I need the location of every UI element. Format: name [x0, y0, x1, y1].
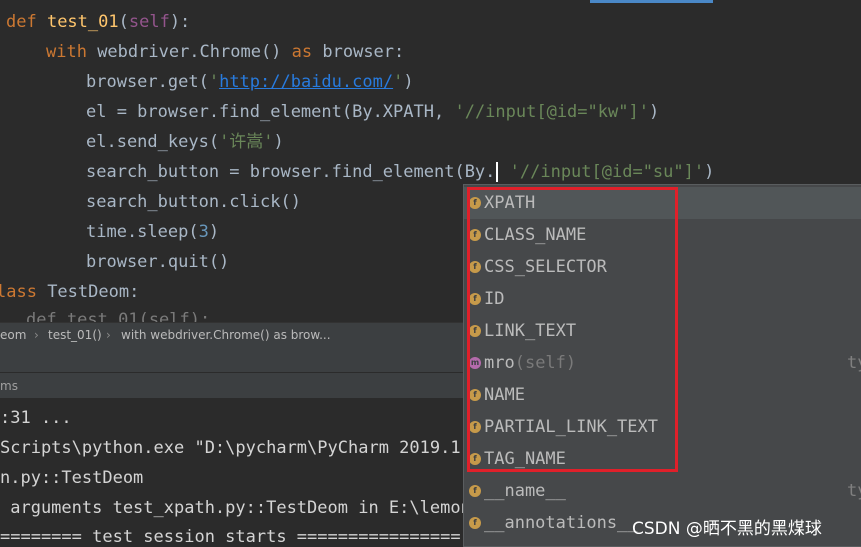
- code-line[interactable]: lass TestDeom:: [0, 277, 139, 307]
- code-text: ): [208, 222, 220, 242]
- code-line[interactable]: def test_01(self):: [26, 305, 210, 322]
- number-literal: 3: [198, 222, 209, 242]
- method-icon: m: [469, 357, 481, 369]
- console-line: :31 ...: [0, 408, 72, 428]
- code-line[interactable]: with webdriver.Chrome() as browser:: [46, 37, 404, 67]
- field-icon: f: [469, 229, 481, 241]
- keyword: with: [46, 42, 98, 62]
- code-text: search_button = browser.find_element(By.: [86, 162, 496, 182]
- completion-item[interactable]: m mro(self) ty: [464, 347, 861, 379]
- code-text: :: [129, 282, 140, 302]
- code-line[interactable]: time.sleep(3): [86, 217, 219, 247]
- code-completion-popup[interactable]: f XPATH f CLASS_NAME f CSS_SELECTOR f ID…: [463, 184, 861, 547]
- code-line[interactable]: el = browser.find_element(By.XPATH, '//i…: [86, 97, 659, 127]
- code-text: ): [273, 132, 284, 152]
- code-text: browser.get(: [86, 72, 209, 92]
- field-icon: f: [469, 421, 481, 433]
- console-line: n.py::TestDeom: [0, 468, 144, 488]
- completion-type: ty: [847, 481, 861, 501]
- completion-item[interactable]: f XPATH: [464, 187, 861, 219]
- completion-label-params: (self): [514, 353, 577, 373]
- completion-label: XPATH: [484, 193, 536, 213]
- string-quote: ': [393, 72, 404, 92]
- keyword: def: [6, 12, 47, 32]
- completion-item[interactable]: f __name__ ty: [464, 475, 861, 507]
- code-line[interactable]: el.send_keys('许嵩'): [86, 127, 284, 157]
- breadcrumb-item[interactable]: with webdriver.Chrome() as brow...: [121, 323, 331, 348]
- code-text: time.sleep(: [86, 222, 199, 242]
- console-line: Scripts\python.exe "D:\pycharm\PyCharm 2…: [0, 438, 471, 458]
- self-param: self: [128, 12, 170, 32]
- active-tab-indicator: [590, 0, 713, 3]
- url-link[interactable]: http://baidu.com/: [219, 72, 393, 92]
- completion-label-text: mro: [484, 353, 515, 373]
- field-icon: f: [469, 389, 481, 401]
- completion-label: LINK_TEXT: [484, 321, 577, 341]
- completion-item[interactable]: f TAG_NAME: [464, 443, 861, 475]
- code-line[interactable]: search_button.click(): [86, 187, 301, 217]
- class-name: TestDeom: [47, 282, 130, 302]
- code-line[interactable]: browser.quit(): [86, 247, 229, 277]
- string-literal: '许嵩': [219, 132, 274, 152]
- code-text: ): [648, 102, 660, 122]
- field-icon: f: [469, 293, 481, 305]
- field-icon: f: [469, 261, 481, 273]
- string-quote: ': [208, 72, 220, 92]
- chevron-right-icon: ›: [106, 328, 111, 342]
- completion-label: PARTIAL_LINK_TEXT: [484, 417, 658, 437]
- completion-item[interactable]: f NAME: [464, 379, 861, 411]
- panel-title: ms: [0, 379, 18, 393]
- field-icon: f: [469, 453, 481, 465]
- field-icon: f: [469, 485, 481, 497]
- code-line[interactable]: def test_01(self):: [6, 7, 190, 37]
- paren: (: [118, 12, 129, 32]
- keyword: as: [291, 42, 323, 62]
- completion-label: NAME: [484, 385, 525, 405]
- field-icon: f: [469, 325, 481, 337]
- console-line: ======== test session starts ===========…: [0, 527, 461, 545]
- string-literal: '//input[@id="kw"]': [454, 102, 649, 122]
- code-text: ): [704, 162, 715, 182]
- code-text: browser:: [322, 42, 405, 62]
- completion-label: mro(self): [484, 347, 576, 379]
- code-text: el.send_keys(: [86, 132, 220, 152]
- breadcrumb-item[interactable]: test_01(): [48, 323, 102, 348]
- function-name: test_01: [46, 12, 119, 32]
- completion-label: __name__: [484, 481, 566, 501]
- code-line[interactable]: search_button = browser.find_element(By.…: [86, 157, 714, 187]
- field-icon: f: [469, 197, 481, 209]
- console-line: arguments test_xpath.py::TestDeom in E:\…: [0, 498, 471, 518]
- keyword: lass: [0, 282, 48, 302]
- completion-item[interactable]: f ID: [464, 283, 861, 315]
- completion-label: ID: [484, 289, 505, 309]
- paren: ):: [169, 12, 191, 32]
- string-literal: '//input[@id="su"]': [499, 162, 705, 182]
- completion-item[interactable]: f PARTIAL_LINK_TEXT: [464, 411, 861, 443]
- completion-item[interactable]: f CSS_SELECTOR: [464, 251, 861, 283]
- code-line[interactable]: browser.get('http://baidu.com/'): [86, 67, 414, 97]
- completion-type: ty: [847, 353, 861, 373]
- code-text: ): [403, 72, 414, 92]
- completion-label: TAG_NAME: [484, 449, 566, 469]
- completion-label: __annotations__: [484, 513, 638, 533]
- chevron-right-icon: ›: [34, 328, 39, 342]
- field-icon: f: [469, 517, 481, 529]
- completion-label: CLASS_NAME: [484, 225, 587, 245]
- completion-item[interactable]: f CLASS_NAME: [464, 219, 861, 251]
- code-text: el = browser.find_element(By.XPATH,: [86, 102, 455, 122]
- completion-label: CSS_SELECTOR: [484, 257, 607, 277]
- completion-item[interactable]: f LINK_TEXT: [464, 315, 861, 347]
- code-text: webdriver.Chrome(): [97, 42, 292, 62]
- watermark: CSDN @晒不黑的黑煤球: [632, 519, 822, 539]
- breadcrumb-item[interactable]: eom: [0, 323, 26, 348]
